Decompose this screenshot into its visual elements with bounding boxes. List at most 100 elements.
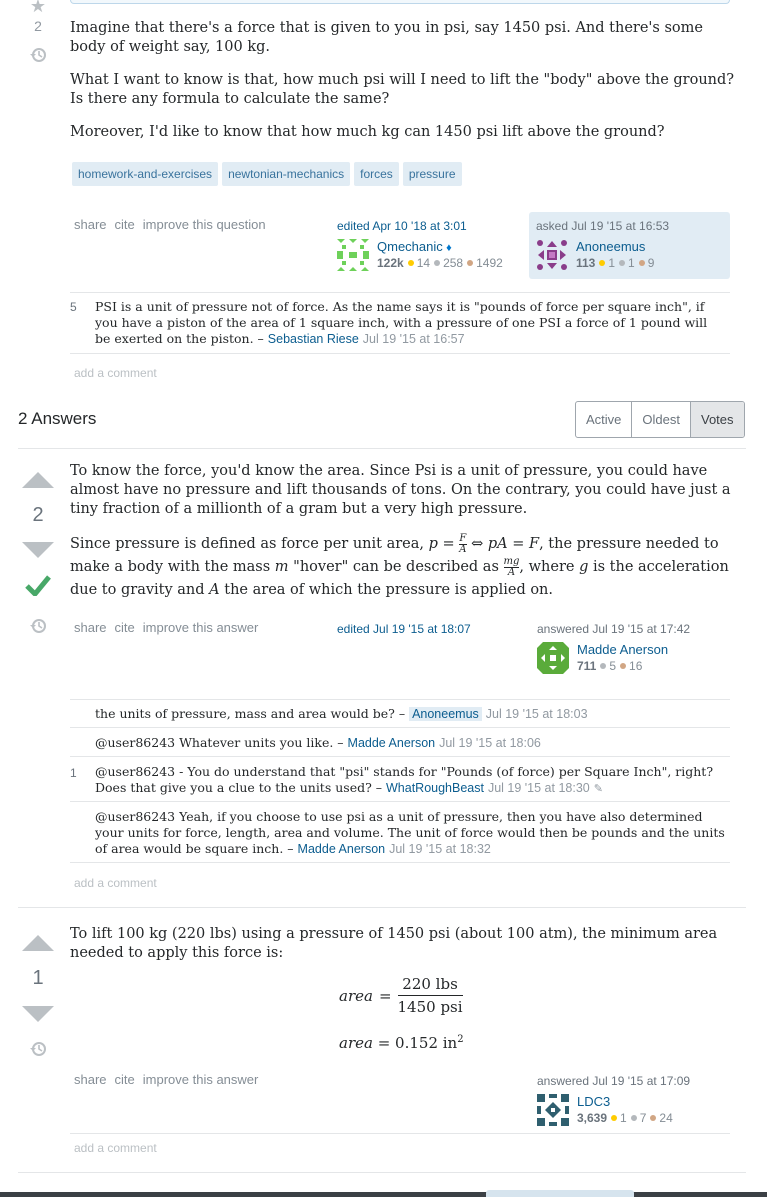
answerer-reputation: 711 <box>577 659 597 673</box>
bottom-bar-highlight <box>486 1190 634 1197</box>
answer1-text: Since pressure is defined as force per u… <box>70 536 424 552</box>
equation-area-fraction: area = 220 lbs 1450 psi <box>339 975 463 1016</box>
answer1-text: "hover" can be described as <box>293 559 499 575</box>
answer-divider <box>18 907 746 908</box>
gold-badge-icon <box>611 1115 618 1122</box>
avatar[interactable] <box>536 239 568 271</box>
share-link[interactable]: share <box>74 620 107 635</box>
bronze-badge-icon <box>638 260 645 267</box>
var-g: g <box>579 559 589 575</box>
bronze-badge-icon <box>467 260 474 267</box>
equation-lhs: area <box>339 1034 373 1052</box>
comment-time[interactable]: Jul 19 '15 at 18:32 <box>389 842 491 856</box>
comment-user[interactable]: Madde Anerson <box>348 736 436 750</box>
edit-pencil-icon: ✎ <box>593 782 603 795</box>
equation-area-result: area = 0.152 in2 <box>339 1034 464 1052</box>
tag-forces[interactable]: forces <box>354 162 399 186</box>
tab-votes[interactable]: Votes <box>690 402 744 437</box>
answer1-edited-link[interactable]: edited Jul 19 '15 at 18:07 <box>337 622 471 636</box>
comment-time[interactable]: Jul 19 '15 at 18:06 <box>439 736 541 750</box>
history-icon[interactable] <box>29 46 47 69</box>
silver-badge-count: 258 <box>443 256 464 270</box>
tag-newtonian-mechanics[interactable]: newtonian-mechanics <box>222 162 351 186</box>
gold-badge-count: 1 <box>620 1111 627 1125</box>
accepted-checkmark-icon <box>25 574 51 601</box>
comment-user[interactable]: Anoneemus <box>409 707 482 721</box>
comment-text: the units of pressure, mass and area wou… <box>95 706 406 721</box>
answer1-text: , where <box>519 559 575 575</box>
answer1-paragraph-1: To know the force, you'd know the area. … <box>70 463 731 517</box>
answers-count-heading: 2 Answers <box>18 409 97 428</box>
var-m: m <box>274 559 289 575</box>
answer2-paragraph-1: To lift 100 kg (220 lbs) using a pressur… <box>70 926 718 961</box>
cite-link[interactable]: cite <box>115 1072 135 1087</box>
add-comment-link[interactable]: add a comment <box>74 1141 157 1155</box>
tab-oldest[interactable]: Oldest <box>632 402 691 437</box>
tab-active[interactable]: Active <box>576 402 633 437</box>
avatar[interactable] <box>337 239 369 271</box>
comment-user[interactable]: Sebastian Riese <box>268 332 359 346</box>
tag-pressure[interactable]: pressure <box>402 162 462 186</box>
question-top-border <box>70 0 730 4</box>
comment-user[interactable]: WhatRoughBeast <box>386 781 484 795</box>
silver-badge-icon <box>619 260 626 267</box>
answer2-votecell: 1 <box>20 935 56 1063</box>
answerer-username[interactable]: Madde Anerson <box>577 642 668 657</box>
comment: PSI is a unit of pressure not of force. … <box>95 299 725 347</box>
answer-divider <box>18 1172 746 1173</box>
question-body: Imagine that there's a force that is giv… <box>70 19 735 156</box>
asker-username[interactable]: Anoneemus <box>576 239 654 254</box>
question-votecell: ★ 2 <box>20 0 56 69</box>
add-comment-link[interactable]: add a comment <box>74 876 157 890</box>
silver-badge-icon <box>434 260 441 267</box>
avatar[interactable] <box>537 1094 569 1126</box>
equation-rhs: 0.152 in <box>395 1034 458 1052</box>
editor-username[interactable]: Qmechanic <box>377 239 443 254</box>
asker-reputation: 113 <box>576 256 596 270</box>
upvote-button[interactable] <box>22 472 54 488</box>
comment-divider <box>70 292 730 293</box>
question-owner-card: asked Jul 19 '15 at 16:53 Anoneemus 113 1… <box>529 212 730 279</box>
edited-time-link[interactable]: edited Apr 10 '18 at 3:01 <box>337 219 522 233</box>
answer1-body: To know the force, you'd know the area. … <box>70 462 735 616</box>
silver-badge-icon <box>600 663 607 670</box>
var-A: A <box>209 582 220 598</box>
question-paragraph-1: Imagine that there's a force that is giv… <box>70 20 703 55</box>
formula-pressure: p = FA ⇔ pA = F <box>428 532 540 555</box>
gold-badge-icon <box>599 260 606 267</box>
answer2-post-menu: share cite improve this answer <box>74 1071 266 1089</box>
question-post-menu: share cite improve this question <box>74 216 274 234</box>
cite-link[interactable]: cite <box>115 620 135 635</box>
comment-divider <box>70 1133 730 1134</box>
comment-time[interactable]: Jul 19 '15 at 18:03 <box>486 707 588 721</box>
improve-question-link[interactable]: improve this question <box>143 217 266 232</box>
downvote-button[interactable] <box>22 1006 54 1022</box>
favorite-star-icon[interactable]: ★ <box>20 0 56 15</box>
history-icon[interactable] <box>29 617 47 640</box>
silver-badge-count: 1 <box>628 256 635 270</box>
bronze-badge-count: 9 <box>647 256 655 270</box>
comment: @user86243 - You do understand that "psi… <box>95 764 725 797</box>
downvote-button[interactable] <box>22 542 54 558</box>
bronze-badge-icon <box>650 1115 657 1122</box>
history-icon[interactable] <box>29 1040 47 1063</box>
share-link[interactable]: share <box>74 217 107 232</box>
silver-badge-icon <box>630 1115 637 1122</box>
bronze-badge-count: 16 <box>629 659 643 673</box>
avatar[interactable] <box>537 642 569 674</box>
tag-homework-and-exercises[interactable]: homework-and-exercises <box>72 162 219 186</box>
upvote-button[interactable] <box>22 935 54 951</box>
comment-score: 5 <box>70 300 77 314</box>
answer1-text: the area of which the pressure is applie… <box>224 582 554 598</box>
improve-answer-link[interactable]: improve this answer <box>143 1072 259 1087</box>
comment-time[interactable]: Jul 19 '15 at 18:30 <box>488 781 590 795</box>
comment-user[interactable]: Madde Anerson <box>298 842 386 856</box>
improve-answer-link[interactable]: improve this answer <box>143 620 259 635</box>
comment-time[interactable]: Jul 19 '15 at 16:57 <box>363 332 465 346</box>
add-comment-link[interactable]: add a comment <box>74 366 157 380</box>
share-link[interactable]: share <box>74 1072 107 1087</box>
cite-link[interactable]: cite <box>115 217 135 232</box>
comment: @user86243 Yeah, if you choose to use ps… <box>95 809 725 857</box>
silver-badge-count: 7 <box>639 1111 647 1125</box>
answerer-username[interactable]: LDC3 <box>577 1094 673 1109</box>
